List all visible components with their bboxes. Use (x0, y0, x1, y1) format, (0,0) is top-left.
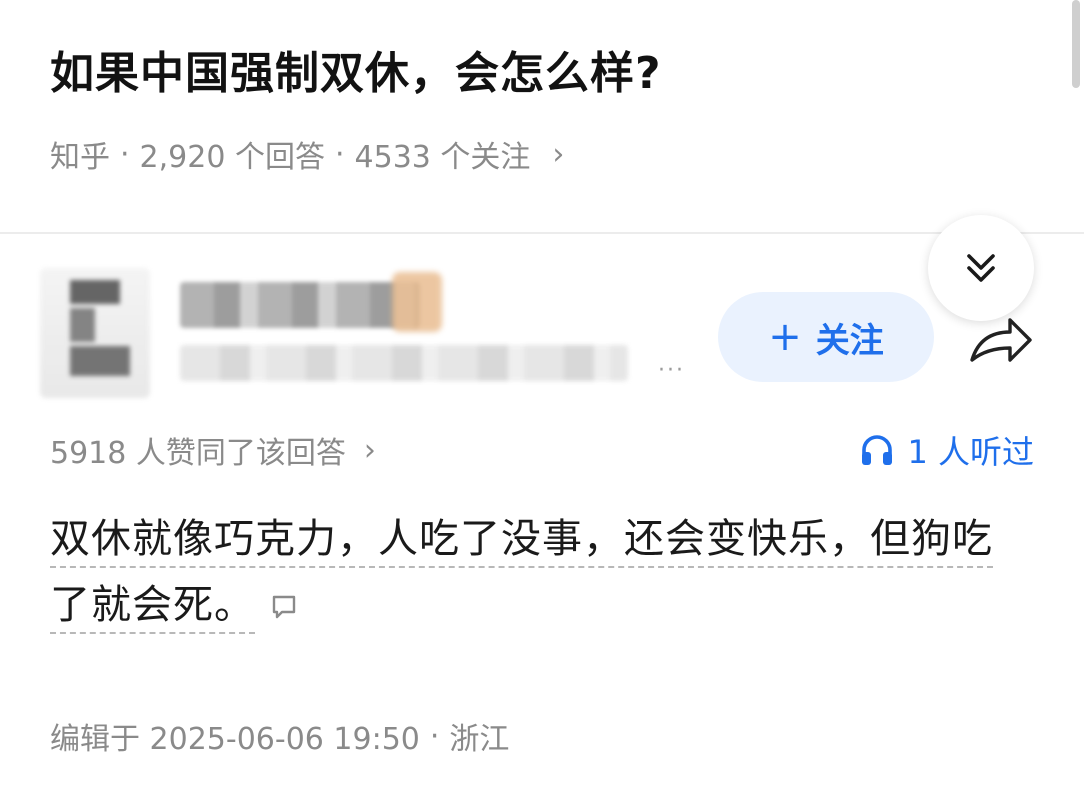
followers-count: 4533 个关注 (354, 140, 531, 175)
follow-button[interactable]: + 关注 (718, 292, 934, 382)
chevron-right-icon: › (363, 432, 376, 468)
listeners-text: 1 人听过 (907, 433, 1034, 471)
listen-row[interactable]: 1 人听过 (859, 428, 1034, 472)
collapse-button[interactable] (928, 215, 1034, 321)
meta-separator: · (429, 718, 440, 754)
headphones-icon (862, 435, 893, 465)
answers-count: 2,920 个回答 (139, 140, 325, 175)
author-bio-blurred (180, 345, 628, 381)
author-badge-blurred (392, 272, 442, 332)
more-dots: ··· (658, 358, 685, 383)
chevron-right-icon: › (552, 136, 565, 172)
question-title[interactable]: 如果中国强制双休，会怎么样? (50, 38, 662, 110)
votes-text: 5918 人赞同了该回答 (50, 436, 346, 471)
author-avatar[interactable] (40, 268, 150, 398)
location: 浙江 (449, 722, 510, 757)
meta-separator: · (120, 136, 130, 172)
edited-row: 编辑于 2025-06-06 19:50 · 浙江 (50, 712, 509, 760)
meta-separator: · (334, 136, 345, 172)
votes-row[interactable]: 5918 人赞同了该回答 › (50, 428, 376, 472)
scrollbar[interactable] (1072, 0, 1080, 88)
answer-content[interactable]: 双休就像巧克力，人吃了没事，还会变快乐，但狗吃了就会死。 (50, 506, 1010, 638)
source-label: 知乎 (50, 140, 110, 175)
answer-text: 双休就像巧克力，人吃了没事，还会变快乐，但狗吃了就会死。 (50, 516, 993, 634)
author-name-blurred[interactable] (180, 282, 420, 328)
follow-label: 关注 (815, 320, 884, 361)
question-meta[interactable]: 知乎 · 2,920 个回答 · 4533 个关注 › (50, 130, 564, 178)
share-icon[interactable] (966, 312, 1036, 368)
edited-time: 编辑于 2025-06-06 19:50 (50, 722, 420, 757)
double-chevron-down-icon (967, 254, 995, 282)
divider (0, 232, 1084, 234)
comment-icon[interactable] (269, 592, 299, 622)
plus-icon: + (768, 314, 802, 360)
